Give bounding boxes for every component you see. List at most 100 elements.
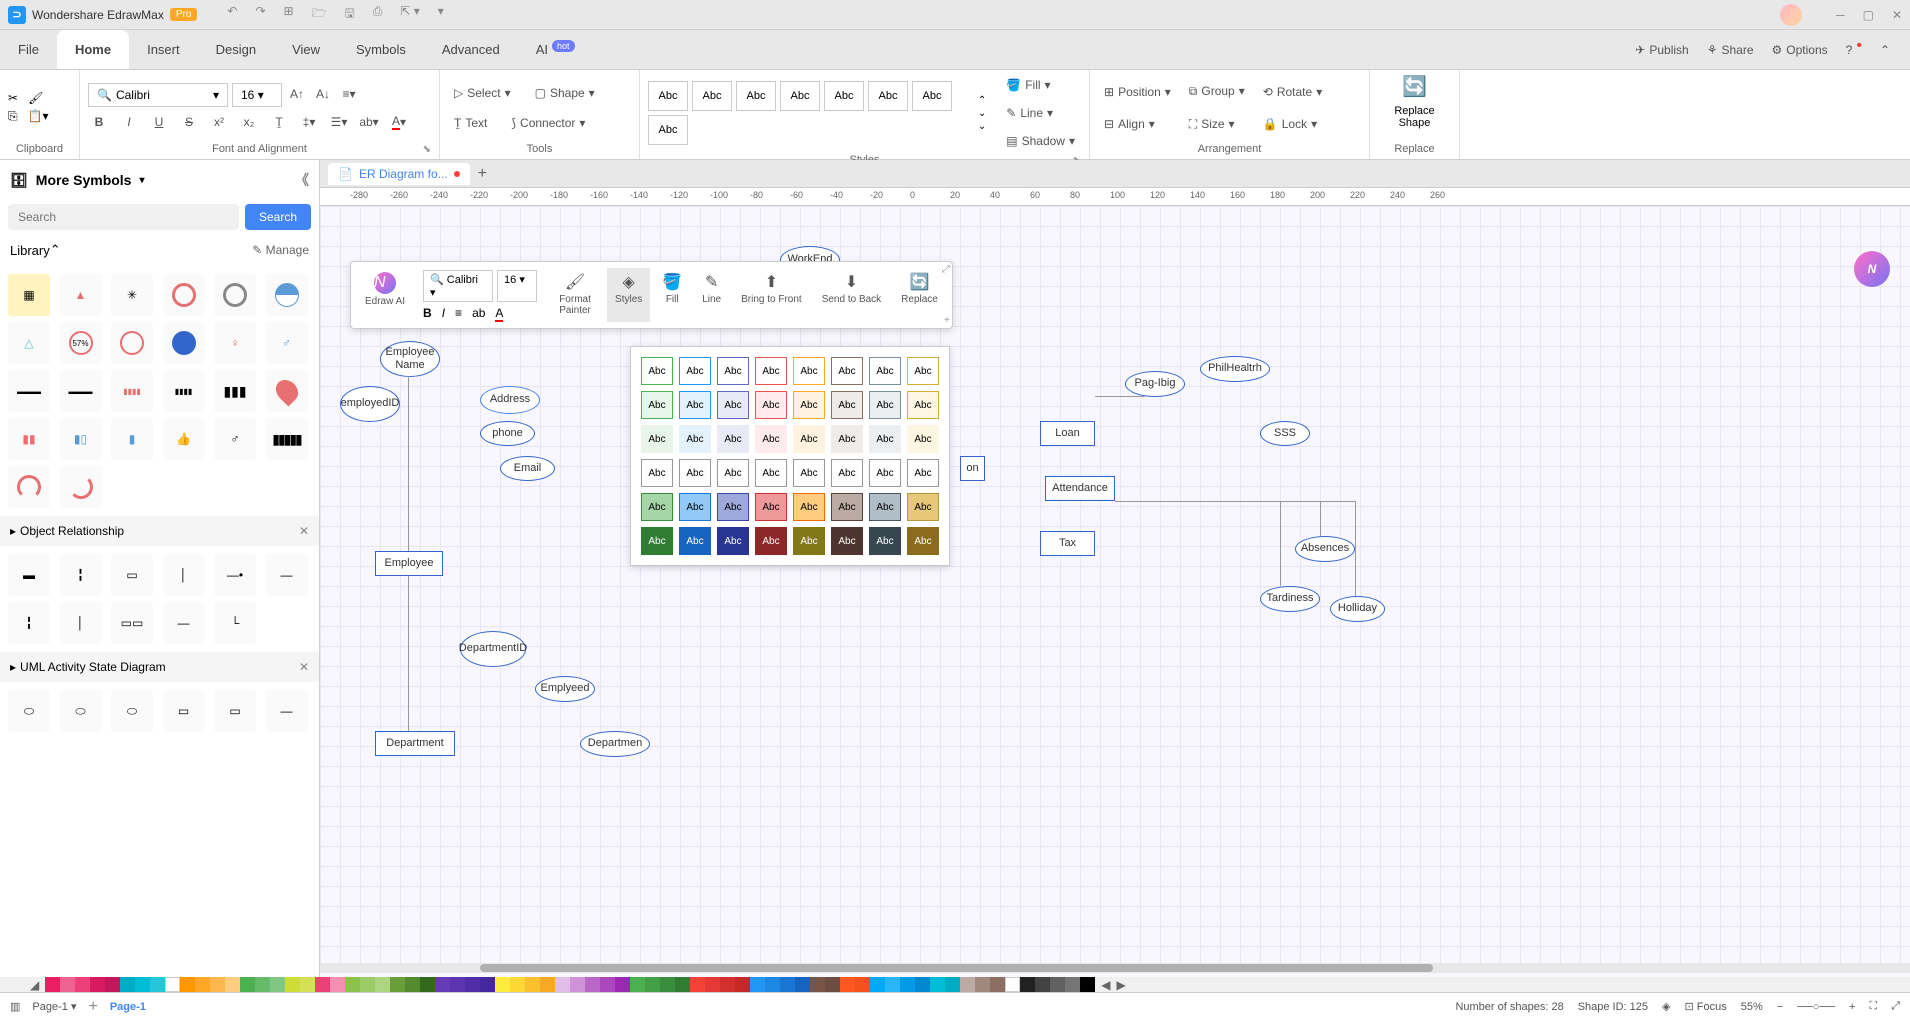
menu-insert[interactable]: Insert xyxy=(129,30,198,69)
symbol-item[interactable]: ▭ xyxy=(214,690,256,732)
color-swatch[interactable] xyxy=(630,977,645,992)
superscript-icon[interactable]: x² xyxy=(208,111,230,133)
symbol-item[interactable] xyxy=(266,370,308,412)
color-swatch[interactable] xyxy=(930,977,945,992)
strike-icon[interactable]: S xyxy=(178,111,200,133)
style-option[interactable]: Abc xyxy=(907,425,939,453)
color-swatch[interactable] xyxy=(120,977,135,992)
shape-department[interactable]: Department xyxy=(375,731,455,756)
shape-employed-id[interactable]: employedID xyxy=(340,386,400,422)
format-painter-icon[interactable]: 🖌 xyxy=(28,91,43,105)
style-option[interactable]: Abc xyxy=(869,459,901,487)
color-swatch[interactable] xyxy=(705,977,720,992)
shape-sss[interactable]: SSS xyxy=(1260,421,1310,446)
style-option[interactable]: Abc xyxy=(641,357,673,385)
color-swatch[interactable] xyxy=(900,977,915,992)
float-line-button[interactable]: ✎Line xyxy=(694,268,729,322)
symbol-item[interactable]: ✳ xyxy=(111,274,153,316)
menu-view[interactable]: View xyxy=(274,30,338,69)
float-text-icon[interactable]: ab xyxy=(472,306,485,320)
style-option[interactable]: Abc xyxy=(869,527,901,555)
style-option[interactable]: Abc xyxy=(717,357,749,385)
shape-loan[interactable]: Loan xyxy=(1040,421,1095,446)
float-expand-icon[interactable]: ⤢ xyxy=(942,264,950,275)
redo-icon[interactable]: ↷ xyxy=(255,4,265,25)
symbol-item[interactable]: ♂ xyxy=(266,322,308,364)
style-option[interactable]: Abc xyxy=(869,493,901,521)
user-avatar[interactable] xyxy=(1780,4,1802,26)
color-swatch[interactable] xyxy=(825,977,840,992)
copy-icon[interactable]: ⎘ xyxy=(8,109,18,124)
float-font-select[interactable]: 🔍 Calibri ▾ xyxy=(423,270,493,302)
connector-button[interactable]: ⟆ Connector ▾ xyxy=(505,112,591,134)
style-option[interactable]: Abc xyxy=(793,459,825,487)
new-icon[interactable]: ⊞ xyxy=(284,4,294,25)
color-swatch[interactable] xyxy=(525,977,540,992)
color-swatch[interactable] xyxy=(270,977,285,992)
color-swatch[interactable] xyxy=(720,977,735,992)
shape-employee-name[interactable]: Employee Name xyxy=(380,341,440,377)
color-swatch[interactable] xyxy=(480,977,495,992)
share-button[interactable]: ⚘ Share xyxy=(1707,41,1754,59)
zoom-slider[interactable]: ──○── xyxy=(1797,1001,1835,1013)
manage-link[interactable]: ✎ Manage xyxy=(252,243,309,257)
color-swatch[interactable] xyxy=(405,977,420,992)
style-option[interactable]: Abc xyxy=(793,391,825,419)
style-swatch[interactable]: Abc xyxy=(824,81,864,111)
style-option[interactable]: Abc xyxy=(755,493,787,521)
ai-assistant-badge[interactable]: N xyxy=(1854,251,1890,287)
symbol-item[interactable]: ♂ xyxy=(214,418,256,460)
open-icon[interactable]: 🗁 xyxy=(312,4,327,25)
symbol-item[interactable]: ▮▮▮▮ xyxy=(111,370,153,412)
case-icon[interactable]: Ṯ xyxy=(268,111,290,133)
format-painter-button[interactable]: 🖌Format Painter xyxy=(547,268,603,322)
text-align-icon[interactable]: ≡▾ xyxy=(338,83,360,105)
symbol-item[interactable]: ▮▮▮▮▮ xyxy=(266,418,308,460)
float-fill-button[interactable]: 🪣Fill xyxy=(654,268,690,322)
color-swatch[interactable] xyxy=(285,977,300,992)
style-option[interactable]: Abc xyxy=(717,425,749,453)
style-option[interactable]: Abc xyxy=(755,527,787,555)
style-option[interactable]: Abc xyxy=(831,527,863,555)
symbol-search-input[interactable] xyxy=(8,204,239,230)
color-swatch[interactable] xyxy=(585,977,600,992)
style-option[interactable]: Abc xyxy=(793,357,825,385)
symbol-item[interactable]: ▮▮▮▮ xyxy=(163,370,205,412)
more-icon[interactable]: ▾ xyxy=(438,4,444,25)
color-swatch[interactable] xyxy=(45,977,60,992)
maximize-icon[interactable]: ▢ xyxy=(1863,8,1874,22)
page-dropdown[interactable]: Page-1 ▾ xyxy=(32,1000,76,1013)
symbol-item[interactable]: 57% xyxy=(60,322,102,364)
menu-symbols[interactable]: Symbols xyxy=(338,30,424,69)
add-page-button[interactable]: + xyxy=(88,998,97,1016)
style-option[interactable]: Abc xyxy=(755,459,787,487)
select-button[interactable]: ▷ Select ▾ xyxy=(448,82,517,104)
increase-font-icon[interactable]: A↑ xyxy=(286,83,308,105)
style-option[interactable]: Abc xyxy=(679,357,711,385)
style-option[interactable]: Abc xyxy=(679,459,711,487)
style-option[interactable]: Abc xyxy=(641,425,673,453)
font-select[interactable]: 🔍 Calibri ▾ xyxy=(88,83,228,107)
style-option[interactable]: Abc xyxy=(641,493,673,521)
symbol-item[interactable] xyxy=(111,322,153,364)
section-close-icon[interactable]: ✕ xyxy=(299,524,309,538)
style-swatch[interactable]: Abc xyxy=(648,115,688,145)
zoom-out-icon[interactable]: − xyxy=(1777,1001,1783,1013)
style-swatch[interactable]: Abc xyxy=(868,81,908,111)
symbol-item[interactable]: △ xyxy=(8,322,50,364)
shape-departmen[interactable]: Departmen xyxy=(580,731,650,757)
underline-icon[interactable]: U xyxy=(148,111,170,133)
float-bold-icon[interactable]: B xyxy=(423,306,432,320)
style-option[interactable]: Abc xyxy=(831,493,863,521)
rotate-button[interactable]: ⟲ Rotate▾ xyxy=(1257,81,1328,103)
symbol-item[interactable]: — xyxy=(163,602,205,644)
edraw-ai-button[interactable]: N Edraw AI xyxy=(357,268,413,322)
style-down-icon[interactable]: ⌄ xyxy=(978,108,986,119)
shape-button[interactable]: ▢ Shape ▾ xyxy=(529,82,601,104)
color-swatch[interactable] xyxy=(135,977,150,992)
fit-page-icon[interactable]: ⛶ xyxy=(1869,1000,1877,1013)
text-button[interactable]: Ṯ Text xyxy=(448,112,493,134)
symbol-item[interactable] xyxy=(163,322,205,364)
style-option[interactable]: Abc xyxy=(793,425,825,453)
style-option[interactable]: Abc xyxy=(717,459,749,487)
